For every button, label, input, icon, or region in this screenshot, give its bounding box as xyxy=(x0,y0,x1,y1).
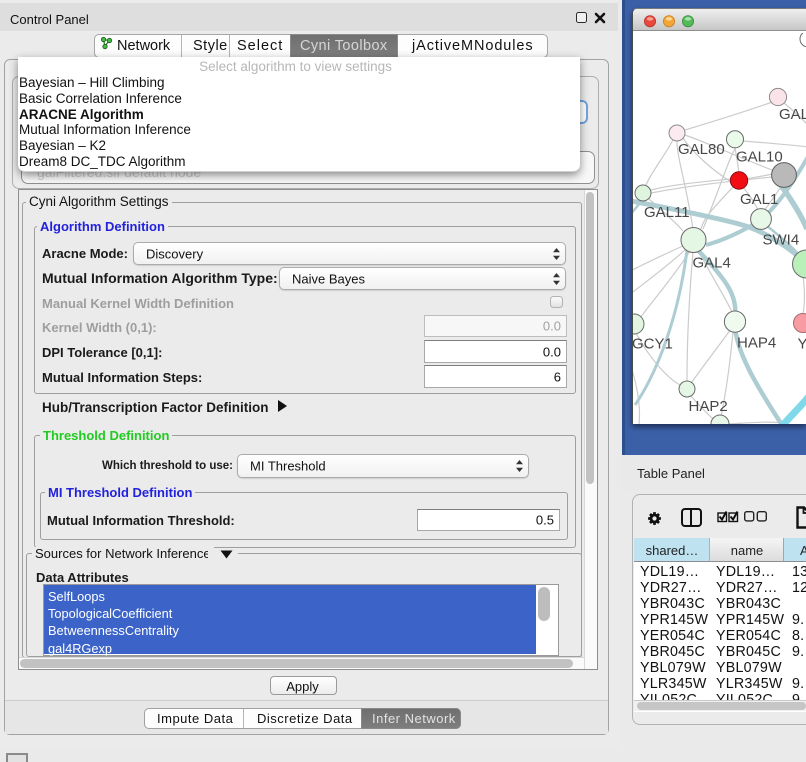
svg-text:Y: Y xyxy=(798,336,806,353)
svg-text:GAL4: GAL4 xyxy=(693,255,731,272)
svg-text:GAL80: GAL80 xyxy=(678,141,725,158)
svg-text:GAL1: GAL1 xyxy=(740,191,778,208)
svg-text:GCY1: GCY1 xyxy=(633,336,673,353)
svg-text:HAP2: HAP2 xyxy=(689,398,728,415)
svg-text:GAL10: GAL10 xyxy=(736,149,783,166)
svg-text:HAP4: HAP4 xyxy=(737,335,776,352)
svg-text:SWI4: SWI4 xyxy=(763,232,800,249)
svg-text:GAL: GAL xyxy=(779,106,806,123)
svg-text:GAL11: GAL11 xyxy=(644,204,690,221)
